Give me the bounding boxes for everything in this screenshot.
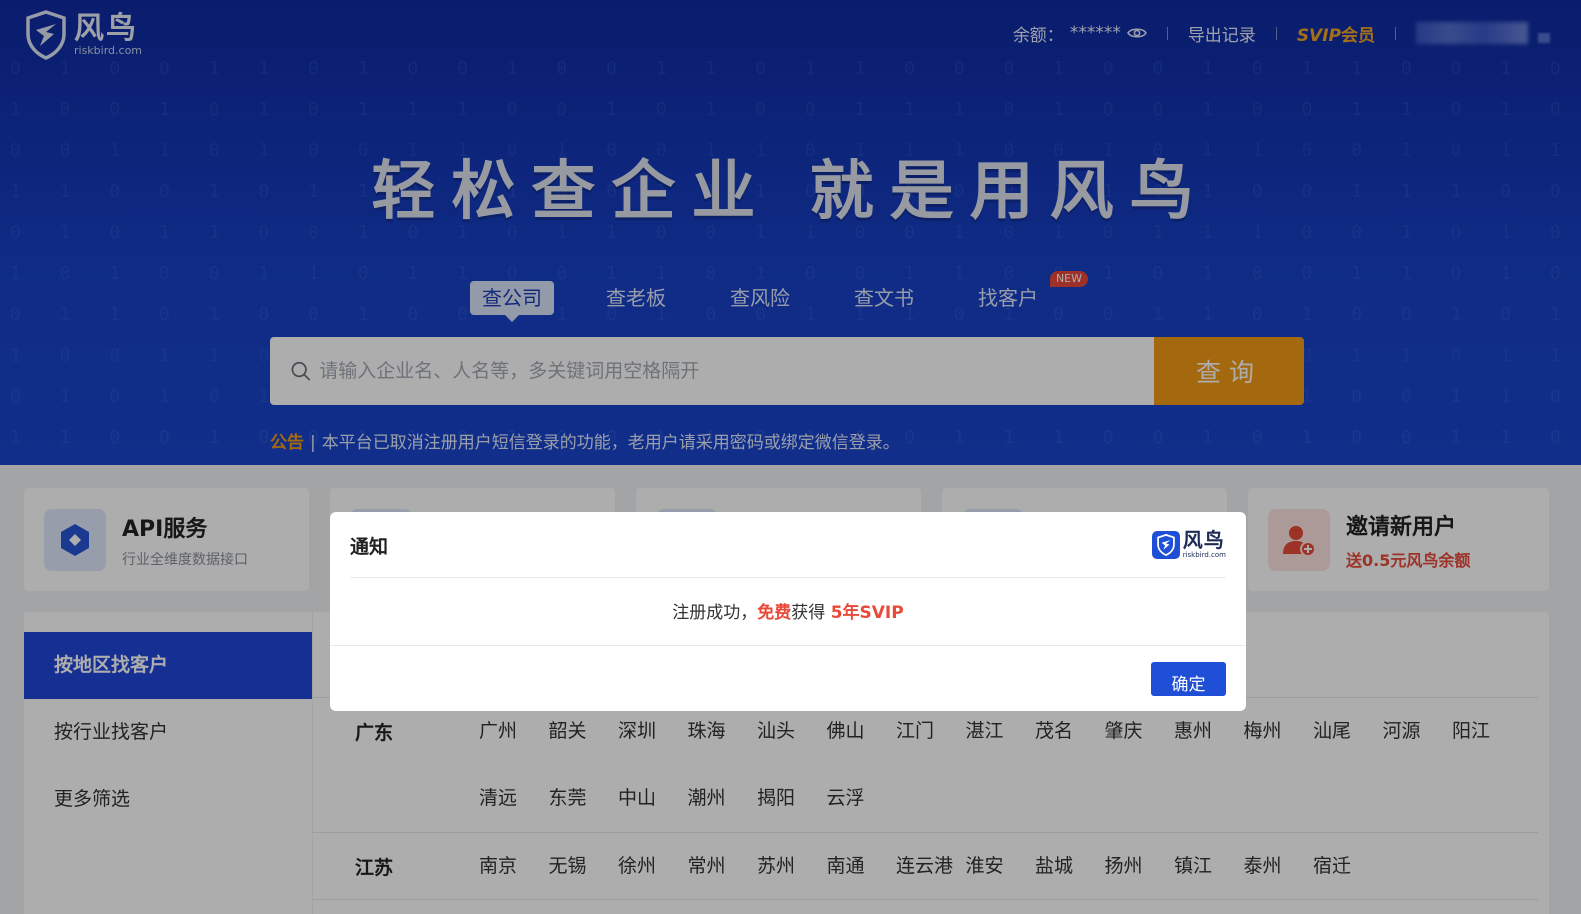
modal-overlay[interactable] [0,0,1581,914]
dialog-footer-divider [330,645,1246,646]
dialog-message: 注册成功，免费获得 5年SVIP [330,598,1246,623]
dialog-title: 通知 [350,536,389,558]
dialog-logo-name: 风鸟 [1182,528,1225,552]
notification-dialog: 通知 风鸟 riskbird.com 注册成功，免费获得 5年SVIP 确定 [330,512,1246,711]
shield-logo-icon [1151,530,1180,559]
message-mid: 获得 [791,603,831,623]
message-svip: 5年SVIP [830,603,904,623]
message-free: 免费 [757,603,792,623]
dialog-divider [350,577,1226,578]
message-prefix: 注册成功， [672,603,758,623]
dialog-logo: 风鸟 riskbird.com [1151,528,1226,559]
dialog-logo-domain: riskbird.com [1182,551,1226,559]
confirm-button[interactable]: 确定 [1151,662,1226,696]
